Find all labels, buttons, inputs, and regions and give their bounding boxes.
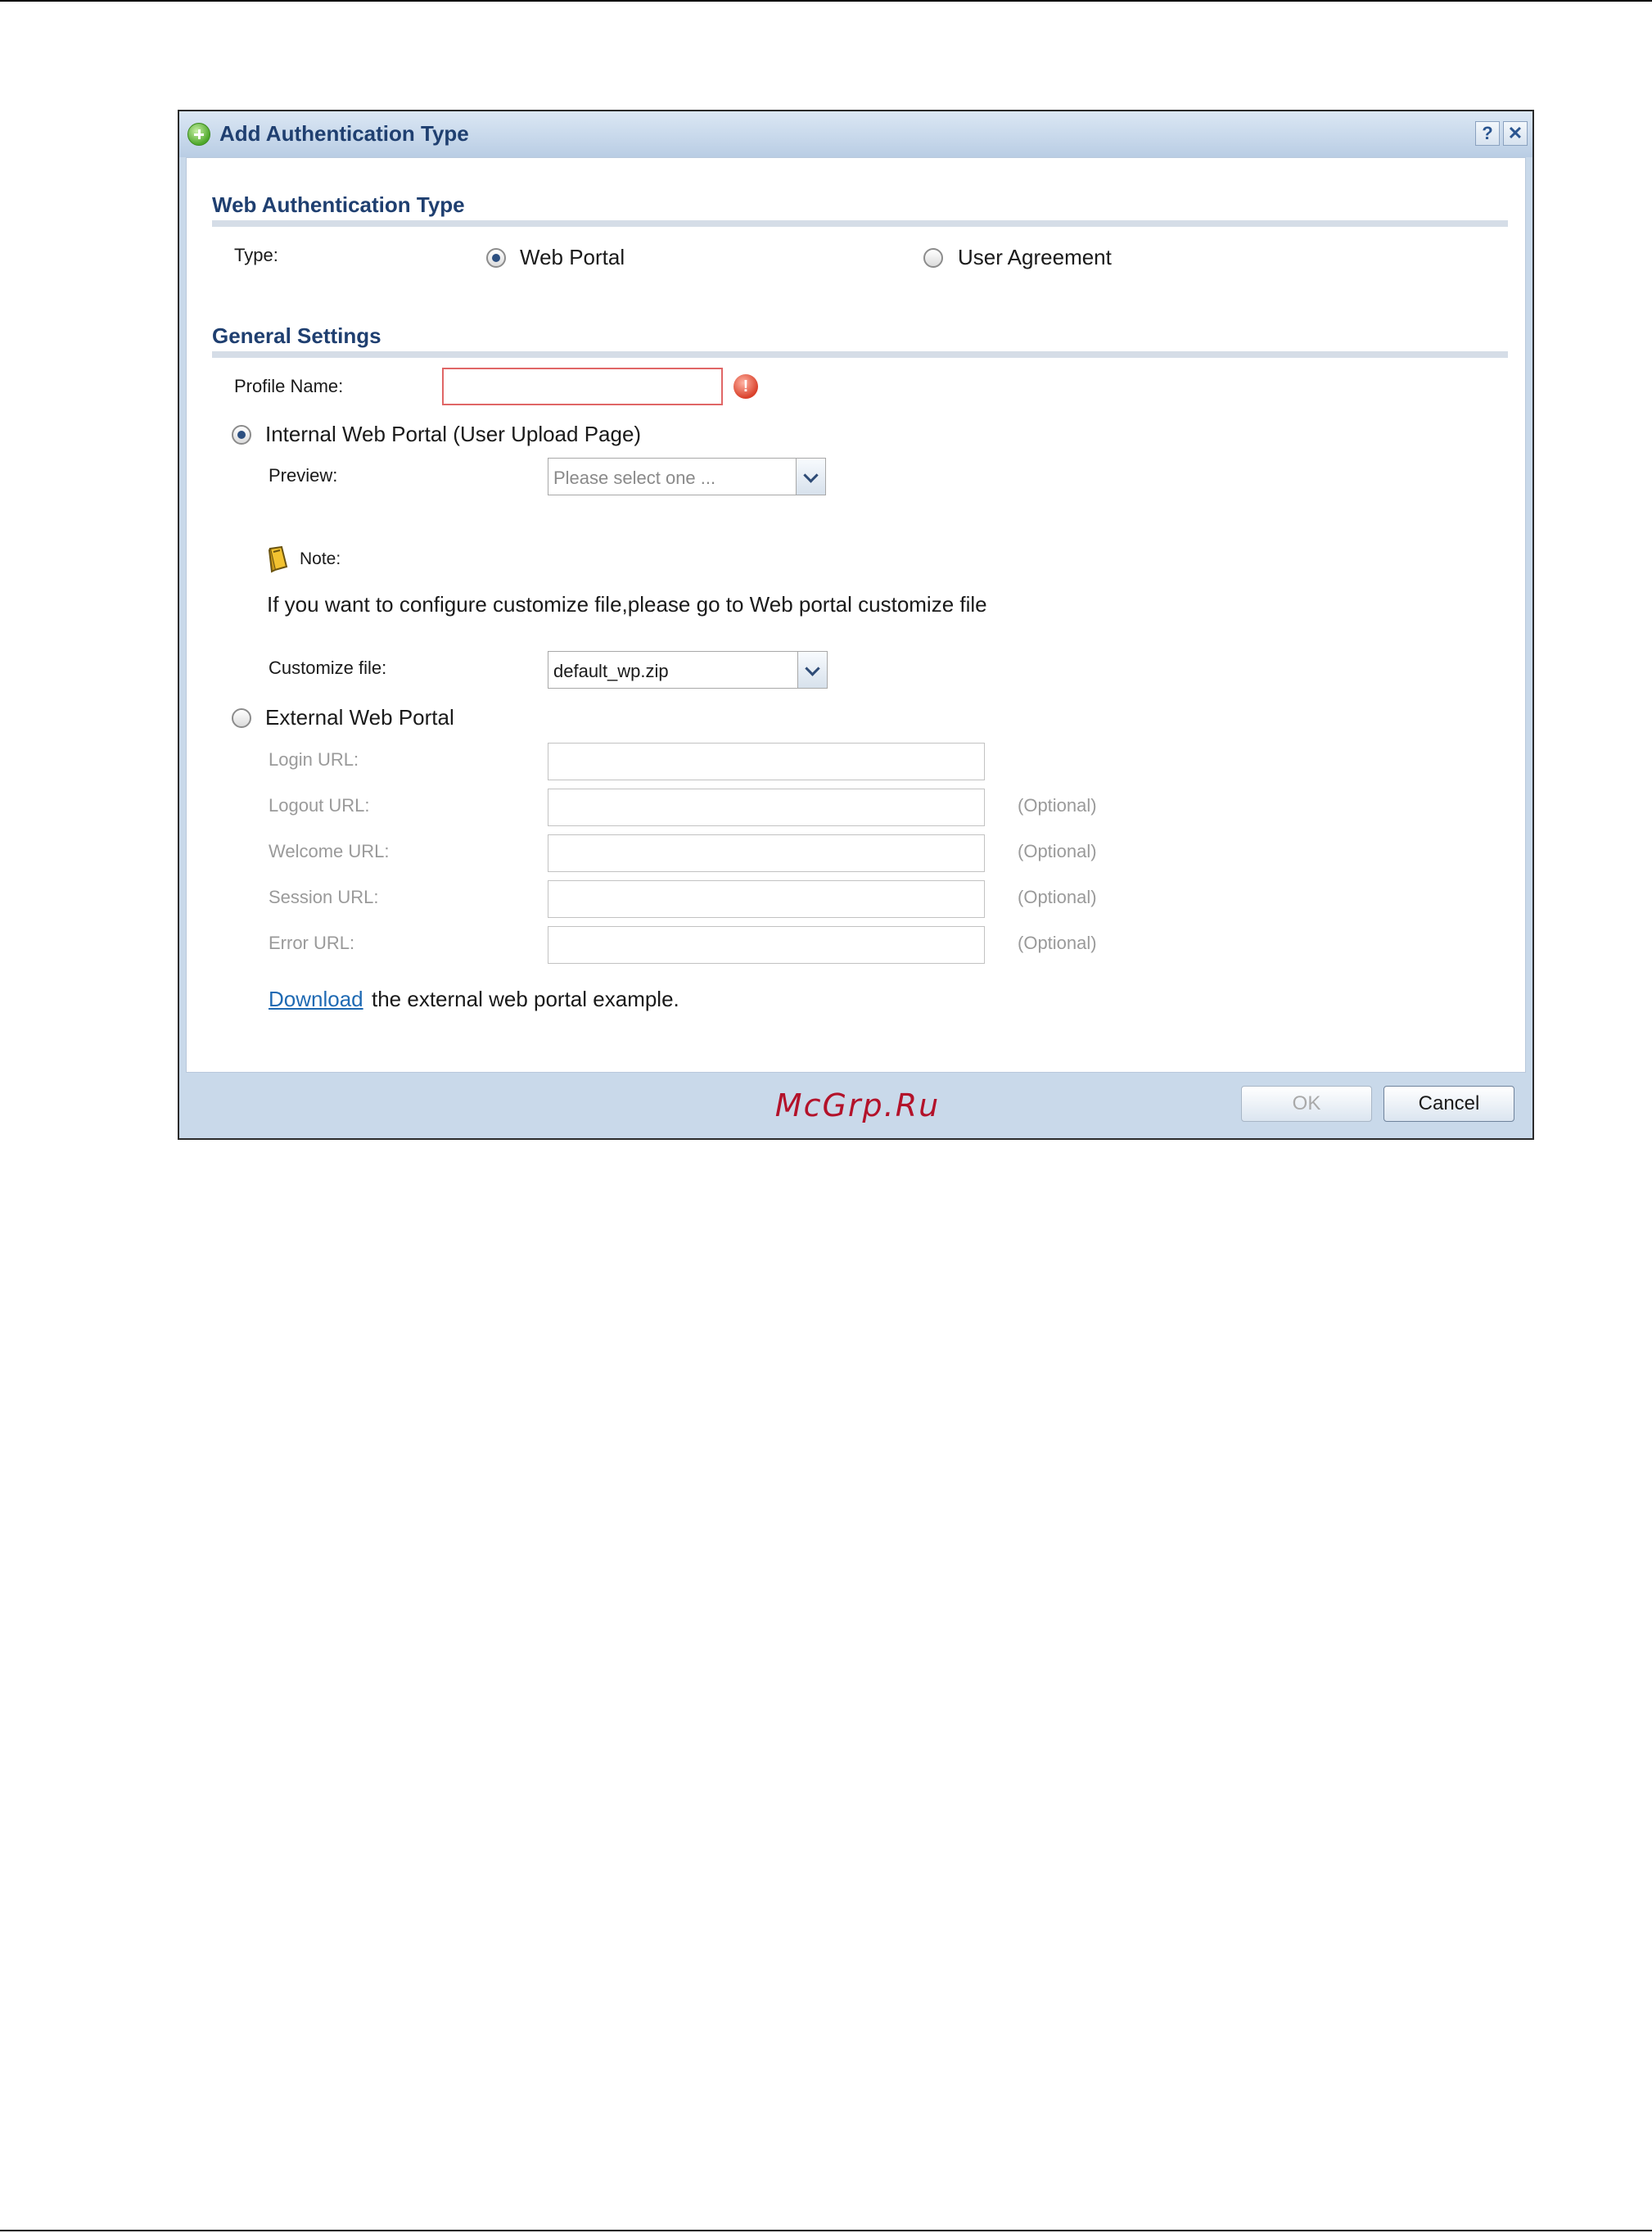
welcome-url-input[interactable] [548, 834, 985, 872]
note-label: Note: [300, 549, 341, 568]
logout-url-input[interactable] [548, 789, 985, 826]
logout-url-optional: (Optional) [1018, 795, 1097, 816]
welcome-url-optional: (Optional) [1018, 841, 1097, 861]
external-web-portal-radio[interactable] [232, 708, 251, 728]
internal-web-portal-radio[interactable] [232, 425, 251, 445]
dialog-content: Web Authentication Type Type: Web Portal… [186, 157, 1526, 1073]
note-icon [268, 545, 288, 573]
preview-select[interactable]: Please select one ... [548, 458, 826, 495]
web-auth-section-divider [212, 220, 1508, 227]
download-link[interactable]: Download [269, 987, 363, 1012]
customize-file-label: Customize file: [269, 658, 387, 678]
logout-url-label: Logout URL: [269, 795, 370, 816]
download-description: the external web portal example. [372, 987, 679, 1011]
page-top-rule [0, 0, 1652, 2]
page-bottom-rule [0, 2230, 1652, 2231]
cancel-button[interactable]: Cancel [1383, 1086, 1514, 1122]
profile-name-label: Profile Name: [234, 376, 344, 396]
preview-label: Preview: [269, 465, 338, 486]
preview-select-value: Please select one ... [553, 468, 716, 488]
ok-button[interactable]: OK [1241, 1086, 1372, 1122]
profile-name-input[interactable] [442, 368, 723, 405]
session-url-label: Session URL: [269, 887, 379, 907]
general-settings-section-title: General Settings [212, 323, 381, 348]
web-auth-section-title: Web Authentication Type [212, 192, 465, 217]
error-url-input[interactable] [548, 926, 985, 964]
close-icon[interactable]: ✕ [1503, 121, 1528, 146]
welcome-url-label: Welcome URL: [269, 841, 390, 861]
external-web-portal-label[interactable]: External Web Portal [265, 705, 454, 730]
error-url-optional: (Optional) [1018, 933, 1097, 953]
internal-web-portal-label[interactable]: Internal Web Portal (User Upload Page) [265, 422, 641, 447]
customize-file-select[interactable]: default_wp.zip [548, 651, 828, 689]
add-authentication-type-dialog: Add Authentication Type ? ✕ Web Authenti… [178, 110, 1534, 1140]
type-label: Type: [234, 245, 278, 265]
user-agreement-radio[interactable] [923, 248, 943, 268]
chevron-down-icon[interactable] [796, 459, 825, 495]
web-portal-label[interactable]: Web Portal [520, 245, 625, 270]
chevron-down-icon[interactable] [797, 652, 827, 688]
dialog-titlebar: Add Authentication Type ? ✕ [179, 111, 1532, 157]
help-icon[interactable]: ? [1475, 121, 1500, 146]
error-url-label: Error URL: [269, 933, 355, 953]
add-icon [187, 123, 210, 146]
login-url-input[interactable] [548, 743, 985, 780]
error-icon: ! [733, 374, 758, 399]
customize-file-value: default_wp.zip [553, 661, 669, 681]
general-settings-section-divider [212, 351, 1508, 358]
session-url-input[interactable] [548, 880, 985, 918]
web-portal-radio[interactable] [486, 248, 506, 268]
session-url-optional: (Optional) [1018, 887, 1097, 907]
user-agreement-label[interactable]: User Agreement [958, 245, 1112, 270]
login-url-label: Login URL: [269, 749, 359, 770]
dialog-title: Add Authentication Type [219, 121, 469, 146]
note-text: If you want to configure customize file,… [267, 592, 987, 617]
